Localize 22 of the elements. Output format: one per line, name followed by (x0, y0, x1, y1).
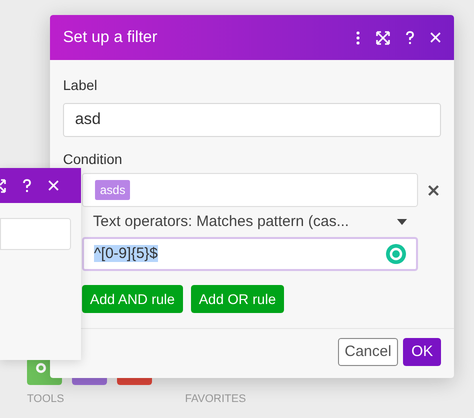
label-field[interactable]: asd (63, 103, 441, 137)
grammar-check-icon[interactable] (386, 244, 406, 264)
close-icon[interactable] (48, 180, 59, 191)
text-field[interactable] (0, 218, 71, 250)
window-title: Set up a filter (63, 28, 158, 48)
variable-tag: asds (95, 180, 130, 200)
ok-button[interactable]: OK (403, 338, 441, 366)
cancel-button[interactable]: Cancel (338, 338, 398, 366)
expand-icon[interactable] (0, 178, 6, 192)
field-label: Condition (63, 150, 124, 168)
operator-select[interactable]: Text operators: Matches pattern (cas... (82, 207, 418, 237)
close-icon[interactable] (430, 32, 441, 43)
pattern-field[interactable]: ^[0-9]{5}$ (82, 237, 418, 271)
field-label: Label (63, 76, 98, 95)
group-label: FAVORITES (185, 392, 246, 407)
more-icon[interactable] (355, 30, 361, 44)
help-icon[interactable] (405, 30, 415, 44)
group-label: TOOLS (27, 392, 64, 407)
remove-icon[interactable] (428, 184, 439, 196)
caret-icon (397, 219, 407, 225)
help-icon[interactable] (22, 178, 32, 192)
expand-icon[interactable] (376, 30, 390, 44)
